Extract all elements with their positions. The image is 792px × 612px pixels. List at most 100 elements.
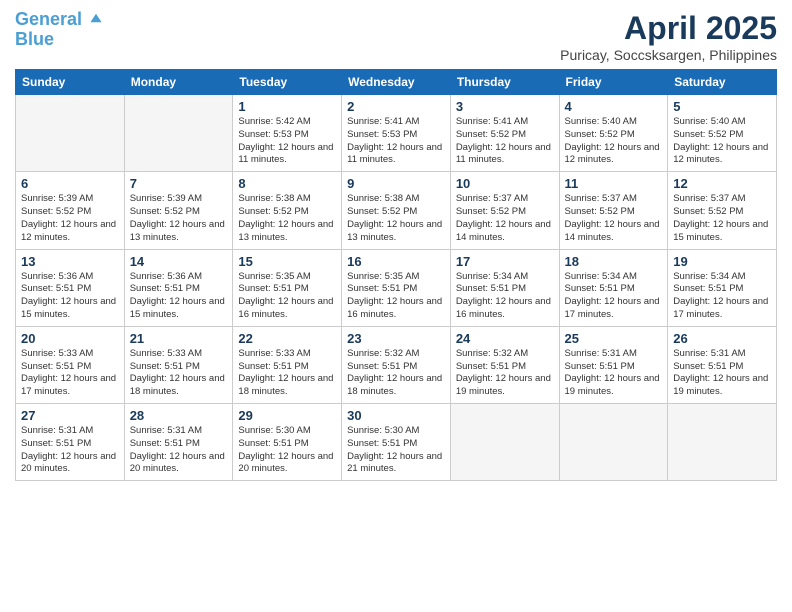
calendar-day-cell: 29Sunrise: 5:30 AM Sunset: 5:51 PM Dayli… (233, 404, 342, 481)
day-info: Sunrise: 5:30 AM Sunset: 5:51 PM Dayligh… (347, 425, 445, 476)
calendar-day-cell: 30Sunrise: 5:30 AM Sunset: 5:51 PM Dayli… (342, 404, 451, 481)
day-number: 7 (130, 176, 228, 191)
calendar-day-cell: 3 Sunrise: 5:41 AM Sunset: 5:52 PM Daylig… (450, 95, 559, 172)
day-info: Sunrise: 5:37 AM Sunset: 5:52 PM Dayligh… (673, 193, 771, 244)
col-header-tuesday: Tuesday (233, 70, 342, 95)
day-number: 20 (21, 331, 119, 346)
day-number: 19 (673, 254, 771, 269)
day-info: Sunrise: 5:39 AM Sunset: 5:52 PM Dayligh… (21, 193, 119, 244)
day-number: 4 (565, 99, 663, 114)
day-number: 27 (21, 408, 119, 423)
calendar-day-cell: 8Sunrise: 5:38 AM Sunset: 5:52 PM Daylig… (233, 172, 342, 249)
day-info: Sunrise: 5:31 AM Sunset: 5:51 PM Dayligh… (673, 348, 771, 399)
day-number: 18 (565, 254, 663, 269)
calendar-week-row: 1 Sunrise: 5:42 AM Sunset: 5:53 PM Daylig… (16, 95, 777, 172)
page-header: General Blue April 2025 Puricay, Soccsks… (15, 10, 777, 63)
calendar-day-cell: 27 Sunrise: 5:31 AM Sunset: 5:51 PM Dayli… (16, 404, 125, 481)
calendar-day-cell: 12 Sunrise: 5:37 AM Sunset: 5:52 PM Dayli… (668, 172, 777, 249)
calendar-day-cell: 21 Sunrise: 5:33 AM Sunset: 5:51 PM Dayli… (124, 326, 233, 403)
day-number: 26 (673, 331, 771, 346)
day-info: Sunrise: 5:32 AM Sunset: 5:51 PM Dayligh… (347, 348, 445, 399)
day-number: 8 (238, 176, 336, 191)
day-number: 25 (565, 331, 663, 346)
day-number: 14 (130, 254, 228, 269)
day-number: 5 (673, 99, 771, 114)
day-info: Sunrise: 5:33 AM Sunset: 5:51 PM Dayligh… (130, 348, 228, 399)
day-number: 17 (456, 254, 554, 269)
day-info: Sunrise: 5:34 AM Sunset: 5:51 PM Dayligh… (673, 271, 771, 322)
day-number: 10 (456, 176, 554, 191)
col-header-saturday: Saturday (668, 70, 777, 95)
calendar-week-row: 27 Sunrise: 5:31 AM Sunset: 5:51 PM Dayli… (16, 404, 777, 481)
day-info: Sunrise: 5:33 AM Sunset: 5:51 PM Dayligh… (21, 348, 119, 399)
calendar-week-row: 20 Sunrise: 5:33 AM Sunset: 5:51 PM Dayli… (16, 326, 777, 403)
day-number: 11 (565, 176, 663, 191)
calendar-day-cell: 11 Sunrise: 5:37 AM Sunset: 5:52 PM Dayli… (559, 172, 668, 249)
title-block: April 2025 Puricay, Soccsksargen, Philip… (560, 10, 777, 63)
logo-icon (89, 11, 103, 25)
day-info: Sunrise: 5:38 AM Sunset: 5:52 PM Dayligh… (347, 193, 445, 244)
logo-blue: Blue (15, 30, 103, 50)
col-header-sunday: Sunday (16, 70, 125, 95)
day-info: Sunrise: 5:33 AM Sunset: 5:51 PM Dayligh… (238, 348, 336, 399)
day-info: Sunrise: 5:35 AM Sunset: 5:51 PM Dayligh… (347, 271, 445, 322)
day-number: 12 (673, 176, 771, 191)
col-header-thursday: Thursday (450, 70, 559, 95)
day-info: Sunrise: 5:34 AM Sunset: 5:51 PM Dayligh… (456, 271, 554, 322)
calendar-day-cell (668, 404, 777, 481)
calendar-day-cell: 15Sunrise: 5:35 AM Sunset: 5:51 PM Dayli… (233, 249, 342, 326)
calendar-day-cell: 16 Sunrise: 5:35 AM Sunset: 5:51 PM Dayli… (342, 249, 451, 326)
calendar-header-row: SundayMondayTuesdayWednesdayThursdayFrid… (16, 70, 777, 95)
calendar-day-cell: 6 Sunrise: 5:39 AM Sunset: 5:52 PM Daylig… (16, 172, 125, 249)
calendar-day-cell: 4 Sunrise: 5:40 AM Sunset: 5:52 PM Daylig… (559, 95, 668, 172)
calendar-day-cell: 9 Sunrise: 5:38 AM Sunset: 5:52 PM Daylig… (342, 172, 451, 249)
day-number: 1 (238, 99, 336, 114)
day-info: Sunrise: 5:40 AM Sunset: 5:52 PM Dayligh… (673, 116, 771, 167)
calendar-day-cell (124, 95, 233, 172)
calendar-day-cell: 18 Sunrise: 5:34 AM Sunset: 5:51 PM Dayli… (559, 249, 668, 326)
day-info: Sunrise: 5:30 AM Sunset: 5:51 PM Dayligh… (238, 425, 336, 476)
day-info: Sunrise: 5:40 AM Sunset: 5:52 PM Dayligh… (565, 116, 663, 167)
day-info: Sunrise: 5:31 AM Sunset: 5:51 PM Dayligh… (565, 348, 663, 399)
day-number: 21 (130, 331, 228, 346)
day-info: Sunrise: 5:39 AM Sunset: 5:52 PM Dayligh… (130, 193, 228, 244)
day-number: 23 (347, 331, 445, 346)
calendar-day-cell (450, 404, 559, 481)
day-info: Sunrise: 5:32 AM Sunset: 5:51 PM Dayligh… (456, 348, 554, 399)
calendar-day-cell: 5 Sunrise: 5:40 AM Sunset: 5:52 PM Daylig… (668, 95, 777, 172)
day-number: 2 (347, 99, 445, 114)
col-header-monday: Monday (124, 70, 233, 95)
day-info: Sunrise: 5:41 AM Sunset: 5:52 PM Dayligh… (456, 116, 554, 167)
day-info: Sunrise: 5:37 AM Sunset: 5:52 PM Dayligh… (456, 193, 554, 244)
calendar-day-cell (16, 95, 125, 172)
day-info: Sunrise: 5:36 AM Sunset: 5:51 PM Dayligh… (21, 271, 119, 322)
calendar-day-cell (559, 404, 668, 481)
logo-text: General (15, 10, 103, 30)
day-number: 24 (456, 331, 554, 346)
calendar-day-cell: 24 Sunrise: 5:32 AM Sunset: 5:51 PM Dayli… (450, 326, 559, 403)
calendar-day-cell: 20 Sunrise: 5:33 AM Sunset: 5:51 PM Dayli… (16, 326, 125, 403)
calendar-day-cell: 26 Sunrise: 5:31 AM Sunset: 5:51 PM Dayli… (668, 326, 777, 403)
calendar-day-cell: 19 Sunrise: 5:34 AM Sunset: 5:51 PM Dayli… (668, 249, 777, 326)
day-number: 16 (347, 254, 445, 269)
calendar-day-cell: 14 Sunrise: 5:36 AM Sunset: 5:51 PM Dayli… (124, 249, 233, 326)
calendar-day-cell: 2Sunrise: 5:41 AM Sunset: 5:53 PM Daylig… (342, 95, 451, 172)
calendar-day-cell: 17 Sunrise: 5:34 AM Sunset: 5:51 PM Dayli… (450, 249, 559, 326)
day-info: Sunrise: 5:34 AM Sunset: 5:51 PM Dayligh… (565, 271, 663, 322)
day-number: 9 (347, 176, 445, 191)
col-header-friday: Friday (559, 70, 668, 95)
calendar-week-row: 13 Sunrise: 5:36 AM Sunset: 5:51 PM Dayli… (16, 249, 777, 326)
day-number: 22 (238, 331, 336, 346)
day-info: Sunrise: 5:31 AM Sunset: 5:51 PM Dayligh… (21, 425, 119, 476)
day-number: 3 (456, 99, 554, 114)
calendar-day-cell: 1 Sunrise: 5:42 AM Sunset: 5:53 PM Daylig… (233, 95, 342, 172)
calendar-day-cell: 10 Sunrise: 5:37 AM Sunset: 5:52 PM Dayli… (450, 172, 559, 249)
calendar-day-cell: 13 Sunrise: 5:36 AM Sunset: 5:51 PM Dayli… (16, 249, 125, 326)
day-number: 15 (238, 254, 336, 269)
day-info: Sunrise: 5:36 AM Sunset: 5:51 PM Dayligh… (130, 271, 228, 322)
day-number: 6 (21, 176, 119, 191)
calendar-day-cell: 28Sunrise: 5:31 AM Sunset: 5:51 PM Dayli… (124, 404, 233, 481)
day-info: Sunrise: 5:37 AM Sunset: 5:52 PM Dayligh… (565, 193, 663, 244)
day-info: Sunrise: 5:42 AM Sunset: 5:53 PM Dayligh… (238, 116, 336, 167)
day-number: 13 (21, 254, 119, 269)
